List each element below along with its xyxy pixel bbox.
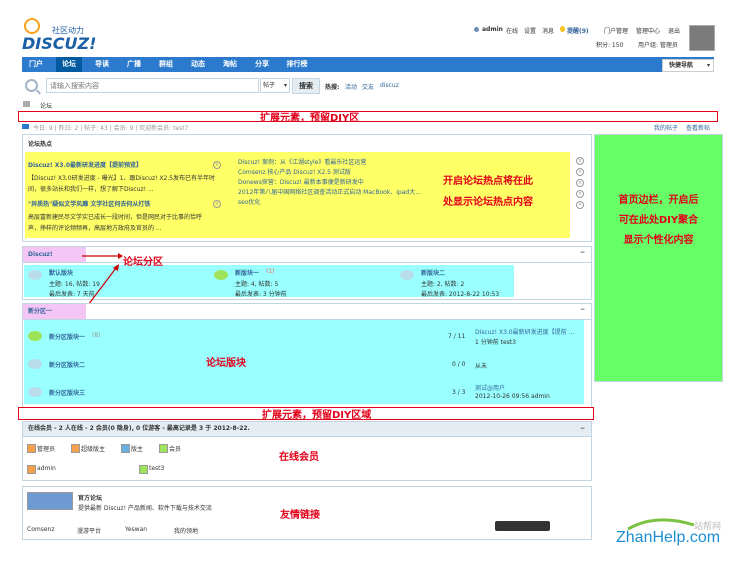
admin-role-icon xyxy=(27,444,36,453)
forum-today: (8) xyxy=(92,332,101,339)
category-title[interactable]: 新分区一 xyxy=(23,304,86,319)
friend-link[interactable]: Comsenz xyxy=(27,526,54,533)
forum-last-meta: 2012-10-26 09:56 admin xyxy=(475,393,550,400)
forum-block-annotation: 论坛版块 xyxy=(206,358,246,369)
arrow-head-icon xyxy=(118,253,123,259)
friend-link[interactable]: Yeswan xyxy=(125,526,147,533)
diy-bottom-annotation: 扩展元素，预留DIY区域 xyxy=(262,410,372,421)
member-role-icon xyxy=(139,465,148,474)
forum-row[interactable]: 新分区版块三 3 / 3 测试@用户 2012-10-26 09:56 admi… xyxy=(24,381,584,403)
forum-name[interactable]: 新分区版块一 xyxy=(49,332,85,341)
role-moderator: 版主 xyxy=(131,446,144,453)
role-admin: 管理员 xyxy=(37,446,56,453)
friend-site-desc: 提供最新 Discuz! 产品新闻、软件下载与技术交流 xyxy=(78,505,212,512)
forum-bubble-icon xyxy=(28,387,42,397)
role-member: 会员 xyxy=(169,446,182,453)
forum-bubble-new-icon xyxy=(28,331,42,341)
moderator-role-icon xyxy=(121,444,130,453)
online-username[interactable]: test3 xyxy=(149,465,164,472)
online-title-text[interactable]: 在线会员 - 2 人在线 - 2 会员(0 隐身), 0 位游客 - 最高记录是… xyxy=(28,425,250,432)
forum-name[interactable]: 新分区版块二 xyxy=(49,360,85,369)
online-annotation: 在线会员 xyxy=(279,452,319,463)
online-user[interactable]: admin xyxy=(27,465,87,475)
supermod-role-icon xyxy=(71,444,80,453)
watermark-text: ZhanHelp.com xyxy=(616,529,721,546)
ime-toolbar[interactable] xyxy=(495,521,550,531)
watermark-logo: 站帮网 ZhanHelp.com xyxy=(616,517,728,547)
member-role-icon xyxy=(159,444,168,453)
forum-count: 3 / 3 xyxy=(452,389,466,396)
online-title: 在线会员 - 2 人在线 - 2 会员(0 隐身), 0 位游客 - 最高记录是… xyxy=(23,422,591,437)
forum-name[interactable]: 新分区版块三 xyxy=(49,388,85,397)
friend-site-name[interactable]: 官方论坛 xyxy=(78,493,102,502)
forum-count: 0 / 0 xyxy=(452,361,466,368)
category-header: 新分区一 − xyxy=(23,304,591,320)
forum-last-title[interactable]: Discuz! X3.0最新研发进度【提前 ... xyxy=(475,327,574,336)
forum-count: 7 / 11 xyxy=(448,333,466,340)
forum-bubble-icon xyxy=(28,359,42,369)
admin-role-icon xyxy=(27,465,36,474)
site-logo-image[interactable] xyxy=(27,492,73,510)
forum-row[interactable]: 新分区版块一 (8) 7 / 11 Discuz! X3.0最新研发进度【提前 … xyxy=(24,325,584,347)
forum-last-title[interactable]: 测试@用户 xyxy=(475,383,505,392)
role-supermod: 超级版主 xyxy=(81,446,106,453)
collapse-icon[interactable]: − xyxy=(580,306,585,313)
online-user[interactable]: test3 xyxy=(139,465,199,475)
online-username[interactable]: admin xyxy=(37,465,56,472)
forum-row[interactable]: 新分区版块二 0 / 0 从未 xyxy=(24,353,584,375)
friend-link[interactable]: 我的领地 xyxy=(174,526,198,535)
forum-last-meta: 1 分钟前 test3 xyxy=(475,339,516,346)
friend-link[interactable]: 漫游平台 xyxy=(77,526,101,535)
friend-links-annotation: 友情链接 xyxy=(280,510,320,521)
forum-last-title: 从未 xyxy=(475,363,488,370)
collapse-icon[interactable]: − xyxy=(580,422,585,436)
